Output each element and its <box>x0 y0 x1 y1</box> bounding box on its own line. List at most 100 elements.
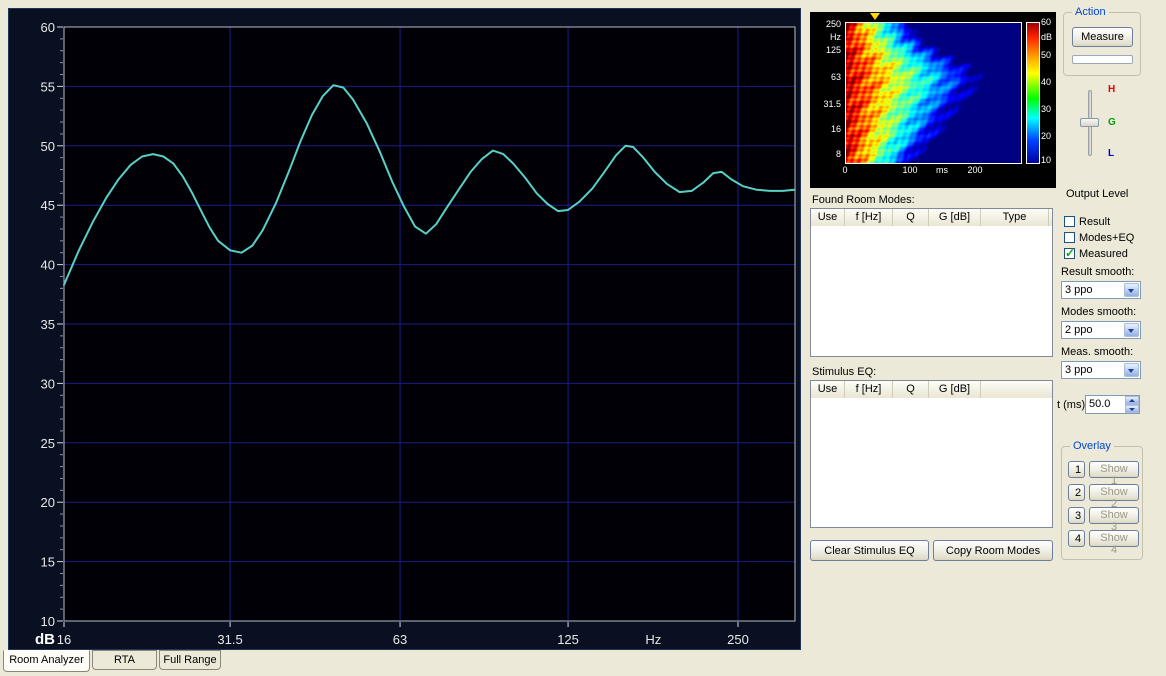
dropdown-arrow-icon[interactable] <box>1124 363 1139 377</box>
tab-full-range[interactable]: Full Range <box>159 650 221 670</box>
overlay-2-button[interactable]: 2 <box>1068 484 1085 501</box>
t-ms-spinner[interactable]: 50.0 <box>1085 395 1140 414</box>
column-header-f-hz[interactable]: f [Hz] <box>845 209 893 226</box>
svg-text:45: 45 <box>41 198 55 213</box>
svg-text:50: 50 <box>41 139 55 154</box>
checkbox-measured[interactable] <box>1064 248 1075 259</box>
column-header-q[interactable]: Q <box>893 381 929 398</box>
stimulus-eq-body[interactable] <box>811 398 1052 527</box>
colorbar <box>1026 22 1040 164</box>
slider-mark-low: L <box>1108 148 1114 159</box>
selected-value: 2 ppo <box>1065 323 1093 338</box>
output-level-label: Output Level <box>1066 188 1128 200</box>
overlay-group: Overlay 1Show 12Show 23Show 34Show 4 <box>1061 446 1143 560</box>
checkbox-label-result: Result <box>1079 216 1110 228</box>
show-4-button[interactable]: Show 4 <box>1089 530 1139 547</box>
spectrogram-panel: 250Hz1256331.51680100ms20060dB5040302010 <box>810 12 1056 188</box>
column-header-g-db[interactable]: G [dB] <box>929 209 981 226</box>
svg-text:25: 25 <box>41 436 55 451</box>
spectro-time-tick: 100 <box>898 165 922 175</box>
spectrogram-cursor-marker-icon[interactable] <box>870 13 880 20</box>
found-room-modes-title: Found Room Modes: <box>812 194 915 206</box>
svg-text:250: 250 <box>727 632 749 647</box>
room-analyzer-window: 10152025303540455055601631.563125250HzdB… <box>0 0 1166 676</box>
tab-room-analyzer[interactable]: Room Analyzer <box>3 650 90 672</box>
colorbar-tick: 30 <box>1041 104 1055 114</box>
measure-button[interactable]: Measure <box>1072 27 1133 47</box>
spinner-arrows[interactable] <box>1125 396 1139 413</box>
colorbar-tick: 40 <box>1041 77 1055 87</box>
overlay-3-button[interactable]: 3 <box>1068 507 1085 524</box>
svg-text:60: 60 <box>41 20 55 35</box>
svg-text:20: 20 <box>41 495 55 510</box>
checkbox-label-modes-eq: Modes+EQ <box>1079 232 1134 244</box>
action-group: Action Measure <box>1063 12 1141 76</box>
colorbar-tick: 20 <box>1041 131 1055 141</box>
show-3-button[interactable]: Show 3 <box>1089 507 1139 524</box>
option-measured[interactable]: Measured <box>1064 247 1164 260</box>
column-header-use[interactable]: Use <box>811 209 845 226</box>
slider-thumb[interactable] <box>1080 118 1099 127</box>
stimulus-eq-header: Usef [Hz]QG [dB] <box>811 381 1052 399</box>
column-header-type[interactable]: Type <box>981 209 1049 226</box>
smooth-label-result-smooth: Result smooth: <box>1061 266 1141 279</box>
clear-stimulus-eq-button[interactable]: Clear Stimulus EQ <box>810 540 929 561</box>
t-ms-label: t (ms) <box>1057 399 1085 411</box>
dropdown-arrow-icon[interactable] <box>1124 323 1139 337</box>
checkbox-result[interactable] <box>1064 216 1075 227</box>
colorbar-tick: 10 <box>1041 155 1055 165</box>
found-room-modes-body[interactable] <box>811 226 1052 356</box>
svg-text:35: 35 <box>41 317 55 332</box>
slider-mark-high: H <box>1108 84 1115 95</box>
checkbox-modes-eq[interactable] <box>1064 232 1075 243</box>
response-curve-plot[interactable]: 10152025303540455055601631.563125250HzdB <box>9 9 802 651</box>
smoothing-controls: Result smooth:3 ppoModes smooth:2 ppoMea… <box>1061 266 1141 386</box>
tab-rta[interactable]: RTA <box>92 650 157 670</box>
svg-text:125: 125 <box>557 632 579 647</box>
option-result[interactable]: Result <box>1064 215 1164 228</box>
stimulus-eq-title: Stimulus EQ: <box>812 366 876 378</box>
t-ms-value[interactable]: 50.0 <box>1086 396 1125 413</box>
overlay-group-title: Overlay <box>1070 440 1114 452</box>
smooth-label-meas-smooth: Meas. smooth: <box>1061 346 1141 359</box>
checkbox-label-measured: Measured <box>1079 248 1128 260</box>
copy-room-modes-button[interactable]: Copy Room Modes <box>933 540 1053 561</box>
spinner-down-icon[interactable] <box>1125 405 1139 414</box>
column-header-f-hz[interactable]: f [Hz] <box>845 381 893 398</box>
spectro-time-tick: ms <box>930 165 954 175</box>
spectro-freq-tick: Hz <box>813 32 841 42</box>
column-header-g-db[interactable]: G [dB] <box>929 381 981 398</box>
column-header-use[interactable]: Use <box>811 381 845 398</box>
stimulus-eq-table: Usef [Hz]QG [dB] <box>810 380 1053 528</box>
svg-text:55: 55 <box>41 79 55 94</box>
action-group-title: Action <box>1072 6 1109 18</box>
dropdown-arrow-icon[interactable] <box>1124 283 1139 297</box>
spectro-time-tick: 200 <box>963 165 987 175</box>
spectro-freq-tick: 125 <box>813 45 841 55</box>
spectro-freq-tick: 8 <box>813 149 841 159</box>
svg-text:30: 30 <box>41 376 55 391</box>
spectro-freq-tick: 63 <box>813 72 841 82</box>
svg-text:31.5: 31.5 <box>217 632 242 647</box>
found-room-modes-table: Usef [Hz]QG [dB]Type <box>810 208 1053 357</box>
spectro-freq-tick: 250 <box>813 19 841 29</box>
column-header-q[interactable]: Q <box>893 209 929 226</box>
select-result-smooth[interactable]: 3 ppo <box>1061 281 1141 299</box>
spectrogram-image[interactable] <box>845 22 1022 164</box>
column-header-filler <box>1049 209 1052 226</box>
overlay-4-button[interactable]: 4 <box>1068 530 1085 547</box>
svg-text:10: 10 <box>41 614 55 629</box>
select-modes-smooth[interactable]: 2 ppo <box>1061 321 1141 339</box>
select-meas-smooth[interactable]: 3 ppo <box>1061 361 1141 379</box>
show-2-button[interactable]: Show 2 <box>1089 484 1139 501</box>
svg-text:15: 15 <box>41 555 55 570</box>
svg-text:16: 16 <box>57 632 71 647</box>
show-1-button[interactable]: Show 1 <box>1089 461 1139 478</box>
display-options: Result Modes+EQ Measured <box>1064 215 1164 263</box>
spectro-freq-tick: 31.5 <box>813 99 841 109</box>
spectro-time-tick: 0 <box>833 165 857 175</box>
overlay-1-button[interactable]: 1 <box>1068 461 1085 478</box>
spinner-up-icon[interactable] <box>1125 396 1139 405</box>
measure-progressbar <box>1072 55 1133 64</box>
option-modes-eq[interactable]: Modes+EQ <box>1064 231 1164 244</box>
